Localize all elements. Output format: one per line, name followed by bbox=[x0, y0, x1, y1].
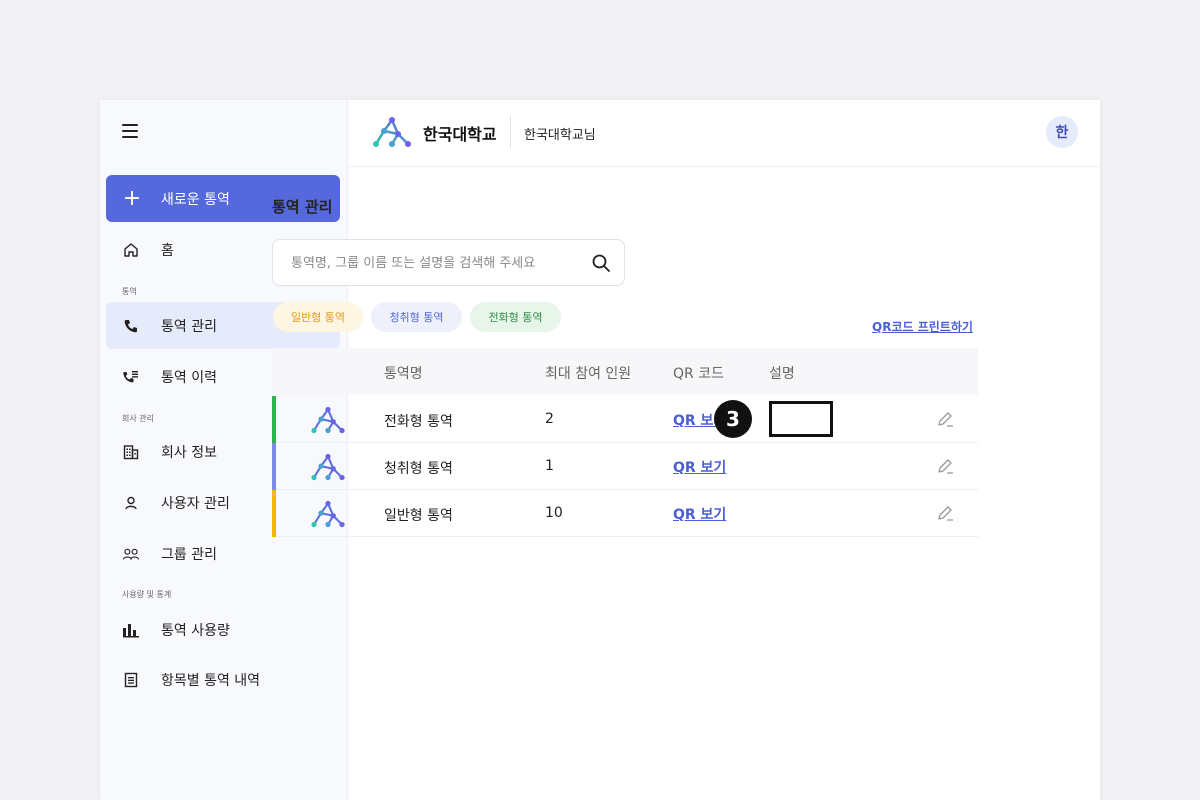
home-icon bbox=[122, 241, 140, 259]
tutorial-highlight-box bbox=[769, 401, 833, 437]
row-max-participants: 1 bbox=[545, 458, 554, 474]
sidebar-item-label: 사용자 관리 bbox=[161, 495, 230, 512]
building-icon bbox=[122, 443, 140, 461]
document-icon bbox=[122, 671, 140, 689]
interpretation-logo-icon bbox=[311, 453, 345, 481]
row-type-color-bar bbox=[272, 396, 276, 443]
sidebar-item-label: 통역 이력 bbox=[161, 369, 217, 386]
user-name: 한국대학교님 bbox=[524, 128, 596, 143]
brand-logo-icon bbox=[373, 117, 411, 147]
brand-name: 한국대학교 bbox=[423, 125, 497, 144]
column-header-name: 통역명 bbox=[384, 366, 423, 382]
edit-icon[interactable] bbox=[936, 410, 956, 430]
table-row[interactable]: 전화형 통역 2 QR 보기 bbox=[272, 396, 978, 443]
phone-icon bbox=[122, 317, 140, 335]
row-name: 전화형 통역 bbox=[384, 414, 453, 430]
sidebar-item-label: 그룹 관리 bbox=[161, 546, 217, 563]
page-title: 통역 관리 bbox=[272, 198, 333, 216]
row-type-color-bar bbox=[272, 490, 276, 537]
qr-view-link[interactable]: QR 보기 bbox=[673, 504, 726, 524]
sidebar-item-label: 통역 사용량 bbox=[161, 622, 230, 639]
row-max-participants: 10 bbox=[545, 505, 563, 521]
sidebar-item-label: 홈 bbox=[161, 242, 174, 259]
call-log-icon bbox=[122, 368, 140, 386]
sidebar-item-usage[interactable]: 통역 사용량 bbox=[106, 606, 340, 653]
edit-icon[interactable] bbox=[936, 457, 956, 477]
edit-icon[interactable] bbox=[936, 504, 956, 524]
sidebar-item-group-manage[interactable]: 그룹 관리 bbox=[106, 530, 340, 577]
sidebar-section-company: 회사 관리 bbox=[122, 414, 154, 423]
sidebar-item-label: 회사 정보 bbox=[161, 444, 217, 461]
avatar[interactable]: 한 bbox=[1046, 116, 1078, 148]
top-header: 한국대학교 한국대학교님 한 bbox=[348, 100, 1100, 167]
user-icon bbox=[122, 494, 140, 512]
table-row[interactable]: 청취형 통역 1 QR 보기 bbox=[272, 443, 978, 490]
sidebar-item-label: 통역 관리 bbox=[161, 318, 217, 335]
row-type-color-bar bbox=[272, 443, 276, 490]
header-divider bbox=[510, 116, 511, 148]
table-row[interactable]: 일반형 통역 10 QR 보기 bbox=[272, 490, 978, 537]
filter-chip-phone[interactable]: 전화형 통역 bbox=[470, 302, 561, 332]
search-icon[interactable] bbox=[591, 253, 611, 273]
qr-print-link[interactable]: QR코드 프린트하기 bbox=[872, 318, 973, 335]
tutorial-step-badge: 3 bbox=[714, 400, 752, 438]
filter-chip-general[interactable]: 일반형 통역 bbox=[273, 302, 363, 332]
filter-chip-listening[interactable]: 청취형 통역 bbox=[371, 302, 462, 332]
row-max-participants: 2 bbox=[545, 411, 554, 427]
search-box bbox=[272, 239, 625, 286]
sidebar-section-usage: 사용량 및 통계 bbox=[122, 590, 172, 599]
sidebar-item-item-history[interactable]: 항목별 통역 내역 bbox=[106, 656, 340, 703]
search-input[interactable] bbox=[291, 252, 581, 274]
row-name: 일반형 통역 bbox=[384, 508, 453, 524]
table-header: 통역명 최대 참여 인원 QR 코드 설명 bbox=[272, 348, 978, 395]
hamburger-menu-icon[interactable] bbox=[122, 124, 138, 138]
group-icon bbox=[122, 545, 140, 563]
plus-icon: + bbox=[122, 185, 142, 211]
sidebar-item-label: 항목별 통역 내역 bbox=[161, 672, 261, 689]
qr-view-link[interactable]: QR 보기 bbox=[673, 457, 726, 477]
interpretation-logo-icon bbox=[311, 406, 345, 434]
row-name: 청취형 통역 bbox=[384, 461, 453, 477]
column-header-max-participants: 최대 참여 인원 bbox=[545, 366, 632, 382]
bar-chart-icon bbox=[122, 621, 140, 639]
sidebar-section-interpretation: 통역 bbox=[122, 287, 137, 296]
new-interpretation-label: 새로운 통역 bbox=[161, 191, 230, 208]
column-header-description: 설명 bbox=[769, 366, 795, 382]
interpretation-logo-icon bbox=[311, 500, 345, 528]
column-header-qr-code: QR 코드 bbox=[673, 366, 724, 382]
